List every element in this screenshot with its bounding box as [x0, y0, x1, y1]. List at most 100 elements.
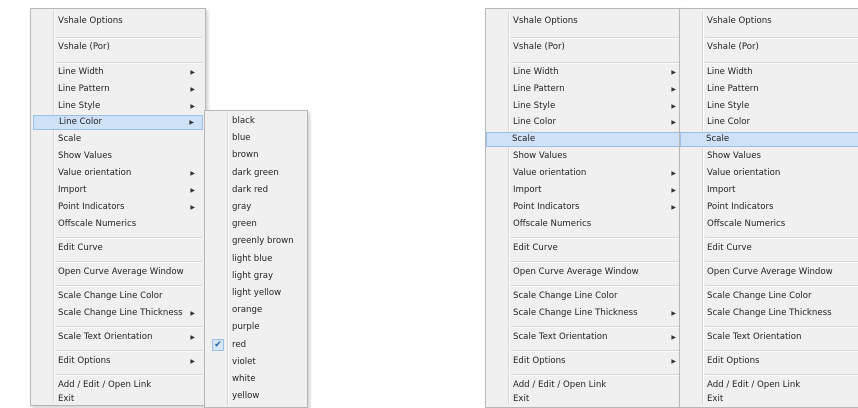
menu-item-vshale-options[interactable]: Vshale Options — [488, 14, 684, 29]
color-option-dark-red[interactable]: dark red — [207, 183, 305, 198]
menu-item-import[interactable]: Import ▶ — [488, 183, 684, 198]
menu-item-vshale-por[interactable]: Vshale (Por) — [682, 40, 858, 55]
menu-item-scale-change-line-color[interactable]: Scale Change Line Color — [33, 289, 203, 304]
color-option-violet[interactable]: violet — [207, 355, 305, 370]
color-option-label: white — [232, 374, 256, 384]
color-option-brown[interactable]: brown — [207, 148, 305, 163]
menu-item-value-orientation[interactable]: Value orientation ▶ — [488, 166, 684, 181]
color-option-label: red — [232, 339, 247, 350]
menu-item-scale[interactable]: Scale — [33, 132, 203, 147]
color-submenu: black blue brown dark green dark red gray gree… — [204, 110, 308, 408]
submenu-arrow-icon: ▶ — [671, 187, 676, 194]
color-option-red[interactable]: ✔ red — [207, 338, 305, 353]
menu-item-vshale-options[interactable]: Vshale Options — [682, 14, 858, 29]
menu-item-offscale-numerics[interactable]: Offscale Numerics — [682, 217, 858, 232]
menu-item-open-curve-average[interactable]: Open Curve Average Window — [33, 265, 203, 280]
menu-item-line-pattern[interactable]: Line Pattern — [682, 82, 858, 97]
menu-item-scale-text-orientation[interactable]: Scale Text Orientation ▶ — [488, 330, 684, 345]
color-option-purple[interactable]: purple — [207, 320, 305, 335]
color-option-black[interactable]: black — [207, 114, 305, 129]
menu-item-show-values[interactable]: Show Values — [488, 149, 684, 164]
menu-item-point-indicators[interactable]: Point Indicators ▶ — [488, 200, 684, 215]
submenu-arrow-icon: ▶ — [671, 170, 676, 177]
color-option-green[interactable]: green — [207, 217, 305, 232]
menu-item-line-pattern[interactable]: Line Pattern ▶ — [33, 82, 203, 97]
menu-item-scale-change-line-color[interactable]: Scale Change Line Color — [488, 289, 684, 304]
color-option-label: light gray — [232, 270, 274, 281]
menu-item-show-values[interactable]: Show Values — [33, 149, 203, 164]
menu-item-line-width[interactable]: Line Width ▶ — [488, 65, 684, 80]
color-option-light-yellow[interactable]: light yellow — [207, 286, 305, 301]
menu-item-edit-options[interactable]: Edit Options ▶ — [488, 354, 684, 369]
menu-item-vshale-options[interactable]: Vshale Options — [33, 14, 203, 29]
menu-item-offscale-numerics[interactable]: Offscale Numerics — [33, 217, 203, 232]
menu-item-line-color[interactable]: Line Color — [682, 115, 858, 130]
checkmark-icon: ✔ — [212, 338, 224, 351]
menu-item-scale-text-orientation[interactable]: Scale Text Orientation — [682, 330, 858, 345]
submenu-arrow-icon: ▶ — [671, 86, 676, 93]
menu-item-line-color[interactable]: Line Color ▶ — [33, 115, 203, 130]
menu-item-line-pattern[interactable]: Line Pattern ▶ — [488, 82, 684, 97]
menu-item-point-indicators[interactable]: Point Indicators ▶ — [33, 200, 203, 215]
color-option-label: brown — [232, 150, 259, 161]
color-option-light-blue[interactable]: light blue — [207, 252, 305, 267]
menu-item-offscale-numerics[interactable]: Offscale Numerics — [488, 217, 684, 232]
menu-item-edit-options[interactable]: Edit Options — [682, 354, 858, 369]
menu-item-scale-change-line-thickness[interactable]: Scale Change Line Thickness — [682, 306, 858, 321]
submenu-arrow-icon: ▶ — [671, 334, 676, 341]
submenu-arrow-icon: ▶ — [671, 204, 676, 211]
menu-item-line-width[interactable]: Line Width ▶ — [33, 65, 203, 80]
color-option-label: light yellow — [232, 288, 282, 298]
menu-item-edit-options[interactable]: Edit Options ▶ — [33, 354, 203, 369]
color-option-label: dark red — [232, 184, 269, 195]
menu-item-point-indicators[interactable]: Point Indicators — [682, 200, 858, 215]
menu-item-open-curve-average[interactable]: Open Curve Average Window — [488, 265, 684, 280]
menu-item-scale-change-line-thickness[interactable]: Scale Change Line Thickness ▶ — [33, 306, 203, 321]
menu-item-exit[interactable]: Exit — [682, 393, 858, 406]
menu-item-scale-change-line-color[interactable]: Scale Change Line Color — [682, 289, 858, 304]
context-menu-middle: Vshale Options Vshale (Por) Line Width ▶ … — [485, 8, 690, 408]
menu-item-vshale-por[interactable]: Vshale (Por) — [488, 40, 684, 55]
menu-item-edit-curve[interactable]: Edit Curve — [682, 241, 858, 256]
color-option-light-gray[interactable]: light gray — [207, 269, 305, 284]
color-option-blue[interactable]: blue — [207, 131, 305, 146]
menu-item-scale-text-orientation[interactable]: Scale Text Orientation ▶ — [33, 330, 203, 345]
color-option-gray[interactable]: gray — [207, 200, 305, 215]
menu-item-value-orientation[interactable]: Value orientation — [682, 166, 858, 181]
menu-item-show-values[interactable]: Show Values — [682, 149, 858, 164]
menu-item-scale[interactable]: Scale — [680, 132, 858, 147]
menu-item-scale[interactable]: Scale — [486, 132, 690, 147]
menu-item-add-edit-open-link[interactable]: Add / Edit / Open Link — [488, 378, 684, 393]
menu-item-vshale-por[interactable]: Vshale (Por) — [33, 40, 203, 55]
menu-item-line-style[interactable]: Line Style — [682, 99, 858, 114]
menu-item-line-color[interactable]: Line Color ▶ — [488, 115, 684, 130]
color-option-dark-green[interactable]: dark green — [207, 166, 305, 181]
color-option-orange[interactable]: orange — [207, 303, 305, 318]
menu-item-add-edit-open-link[interactable]: Add / Edit / Open Link — [682, 378, 858, 393]
submenu-arrow-icon: ▶ — [190, 334, 195, 341]
submenu-arrow-icon: ▶ — [190, 69, 195, 76]
menu-item-edit-curve[interactable]: Edit Curve — [488, 241, 684, 256]
color-option-label: orange — [232, 305, 263, 316]
submenu-arrow-icon: ▶ — [671, 358, 676, 365]
menu-item-exit[interactable]: Exit — [33, 393, 203, 406]
color-option-white[interactable]: white — [207, 372, 305, 387]
menu-item-exit[interactable]: Exit — [488, 393, 684, 406]
color-option-yellow[interactable]: yellow — [207, 389, 305, 404]
context-menu-left: Vshale Options Vshale (Por) Line Width ▶ … — [30, 8, 206, 406]
color-option-label: green — [232, 219, 257, 230]
submenu-arrow-icon: ▶ — [190, 170, 195, 177]
menu-item-line-style[interactable]: Line Style ▶ — [33, 99, 203, 114]
menu-item-add-edit-open-link[interactable]: Add / Edit / Open Link — [33, 378, 203, 393]
color-option-greenly-brown[interactable]: greenly brown — [207, 234, 305, 249]
submenu-arrow-icon: ▶ — [189, 119, 194, 126]
menu-item-value-orientation[interactable]: Value orientation ▶ — [33, 166, 203, 181]
menu-item-line-width[interactable]: Line Width — [682, 65, 858, 80]
menu-item-import[interactable]: Import — [682, 183, 858, 198]
menu-item-open-curve-average[interactable]: Open Curve Average Window — [682, 265, 858, 280]
submenu-arrow-icon: ▶ — [190, 310, 195, 317]
menu-item-edit-curve[interactable]: Edit Curve — [33, 241, 203, 256]
menu-item-line-style[interactable]: Line Style ▶ — [488, 99, 684, 114]
menu-item-import[interactable]: Import ▶ — [33, 183, 203, 198]
menu-item-scale-change-line-thickness[interactable]: Scale Change Line Thickness ▶ — [488, 306, 684, 321]
